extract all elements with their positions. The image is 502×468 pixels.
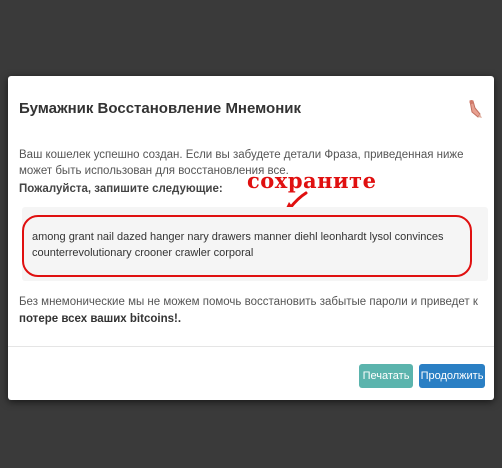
write-down-prompt: Пожалуйста, запишите следующие: [19, 183, 223, 195]
warning-suffix: !. [174, 313, 182, 325]
warning-message: Без мнемонические мы не можем помочь вос… [19, 294, 484, 328]
footer-divider [8, 346, 494, 347]
print-button[interactable]: Печатать [359, 364, 413, 388]
warning-prefix: Без мнемонические мы не можем помочь вос… [19, 296, 478, 308]
warning-bold: потере всех ваших bitcoins [19, 313, 174, 325]
continue-button[interactable]: Продолжить [419, 364, 485, 388]
mnemonic-phrase: among grant nail dazed hanger nary drawe… [32, 231, 444, 259]
modal-header: Бумажник Восстановление Мнемоник [8, 76, 494, 144]
save-annotation: сохраните [247, 168, 377, 193]
mnemonic-modal: Бумажник Восстановление Мнемоник Ваш кош… [8, 76, 494, 400]
mnemonic-box: among grant nail dazed hanger nary drawe… [22, 207, 488, 281]
close-icon[interactable] [464, 98, 486, 120]
modal-title: Бумажник Восстановление Мнемоник [19, 100, 301, 117]
